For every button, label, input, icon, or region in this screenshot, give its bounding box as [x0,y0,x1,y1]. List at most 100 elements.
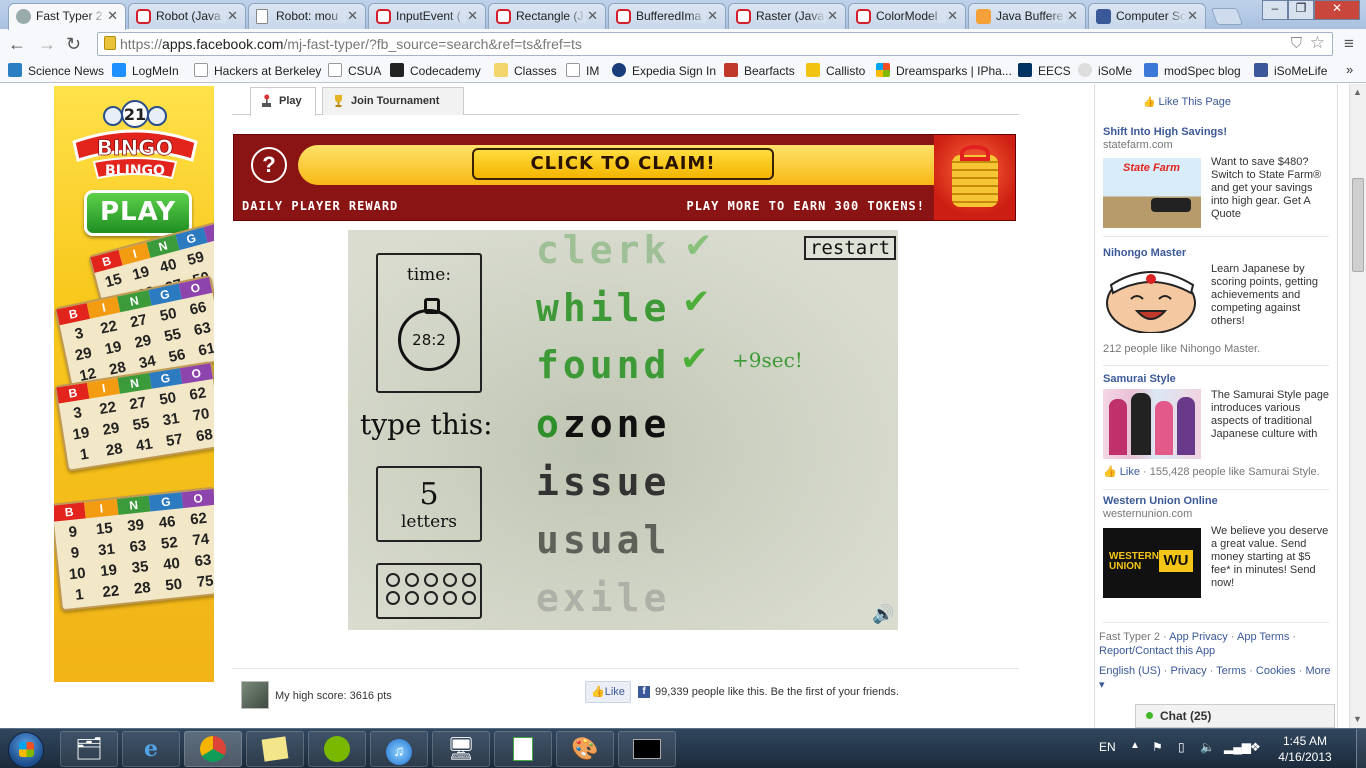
close-tab-icon[interactable]: ✕ [107,8,118,24]
bookmark-hackers-at-berkeley[interactable]: Hackers at Berkeley [194,63,321,78]
like-this-page-link[interactable]: Like This Page [1143,96,1231,108]
browser-tab-inputevent[interactable]: InputEvent ( ✕ [368,3,486,29]
battery-icon[interactable]: ▯ [1178,740,1185,754]
fast-typer-game[interactable]: time: 28:2 type this: 5 letters clerk ✔ … [348,230,898,630]
itunes-icon[interactable]: ♫ [370,731,428,767]
browser-tab-computer-science[interactable]: Computer Sc ✕ [1088,3,1206,29]
browser-tab-raster[interactable]: Raster (Java ✕ [728,3,846,29]
paint-icon[interactable]: 🎨 [556,731,614,767]
bookmark-expedia[interactable]: Expedia Sign In [612,63,716,78]
browser-tab-robot[interactable]: Robot (Java ✕ [128,3,246,29]
scroll-down-icon[interactable]: ▼ [1353,714,1362,724]
bookmark-science-news[interactable]: Science News [8,63,104,78]
ad-title[interactable]: Samurai Style [1103,373,1335,385]
bookmark-eecs[interactable]: EECS [1018,63,1071,78]
statefarm-ad-image[interactable]: State Farm [1103,158,1201,228]
bookmark-modspec-blog[interactable]: modSpec blog [1144,63,1241,78]
sound-icon[interactable]: 🔊 [872,604,894,625]
ad-title[interactable]: Nihongo Master [1103,247,1335,259]
bookmark-isomelife[interactable]: iSoMeLife [1254,63,1327,78]
close-tab-icon[interactable]: ✕ [1067,8,1078,24]
bookmark-isome[interactable]: iSoMe [1078,63,1132,78]
bookmark-logmein[interactable]: LogMeIn [112,63,179,78]
show-desktop-button[interactable] [1356,729,1366,768]
close-tab-icon[interactable]: ✕ [587,8,598,24]
taskbar-clock[interactable]: 1:45 AM 4/16/2013 [1274,733,1336,765]
daily-reward-banner[interactable]: ? CLICK TO CLAIM! DAILY PLAYER REWARD PL… [233,134,1016,221]
tab-play[interactable]: Play [250,87,316,116]
bookmark-csua[interactable]: CSUA [328,63,381,78]
ad-nihongo-master[interactable]: Nihongo Master Learn Japanese by scoring… [1103,247,1335,359]
close-tab-icon[interactable]: ✕ [1187,8,1198,24]
close-tab-icon[interactable]: ✕ [347,8,358,24]
close-tab-icon[interactable]: ✕ [227,8,238,24]
scrollbar-thumb[interactable] [1352,178,1364,272]
browser-tab-colormodel[interactable]: ColorModel ✕ [848,3,966,29]
text-editor-icon[interactable] [494,731,552,767]
bookmark-callisto[interactable]: Callisto [806,63,865,78]
cmd-icon[interactable] [618,731,676,767]
spotify-icon[interactable] [308,731,366,767]
maximize-button[interactable]: ❐ [1288,0,1314,20]
ad-title[interactable]: Western Union Online [1103,495,1335,507]
close-tab-icon[interactable]: ✕ [947,8,958,24]
explorer-icon[interactable]: 🗂 [60,731,118,767]
forward-arrow-icon[interactable]: → [38,34,56,55]
remote-desktop-icon[interactable]: 🖥 [432,731,490,767]
terms-link[interactable]: Terms [1216,665,1246,677]
language-link[interactable]: English (US) [1099,665,1161,677]
back-arrow-icon[interactable]: ← [8,34,26,55]
start-button[interactable] [8,732,44,768]
bookmark-star-icon[interactable]: ☆ [1310,33,1325,53]
network-icon[interactable]: ▂▄▆ [1224,740,1251,754]
bookmark-dreamsparks[interactable]: Dreamsparks | IPha... [876,63,1012,78]
tab-join-tournament[interactable]: Join Tournament [322,87,464,115]
ad-western-union[interactable]: Western Union Online westernunion.com WE… [1103,495,1335,605]
scroll-up-icon[interactable]: ▲ [1353,87,1362,97]
like-button[interactable]: 👍Like [585,681,631,703]
browser-tab-rectangle[interactable]: Rectangle (J ✕ [488,3,606,29]
bookmark-codecademy[interactable]: Codecademy [390,63,481,78]
app-privacy-link[interactable]: App Privacy [1169,631,1228,643]
ad-like-link[interactable]: 👍 Like [1103,466,1140,478]
bookmark-classes[interactable]: Classes [494,63,557,78]
bingo-blingo-ad[interactable]: 21 BINGO BLINGO PLAY B I N G O 151940596… [54,86,214,682]
browser-tab-fast-typer[interactable]: Fast Typer 2 ✕ [8,3,126,30]
samurai-style-image[interactable] [1103,389,1201,459]
close-window-button[interactable]: ✕ [1314,0,1360,20]
restart-button[interactable]: restart [804,236,896,260]
western-union-logo[interactable]: WESTERN UNION WU [1103,528,1201,598]
close-tab-icon[interactable]: ✕ [707,8,718,24]
ad-statefarm[interactable]: Shift Into High Savings! statefarm.com S… [1103,126,1335,236]
report-app-link[interactable]: Report/Contact this App [1099,645,1215,657]
nihongo-mascot-image[interactable] [1103,263,1201,334]
volume-icon[interactable]: 🔈 [1200,740,1215,754]
bookmark-bearfacts[interactable]: Bearfacts [724,63,795,78]
help-icon[interactable]: ? [251,147,287,183]
privacy-link[interactable]: Privacy [1171,665,1207,677]
internet-explorer-icon[interactable]: e [122,731,180,767]
new-tab-button[interactable] [1210,8,1244,25]
language-indicator[interactable]: EN [1099,740,1116,754]
ad-title[interactable]: Shift Into High Savings! [1103,126,1335,138]
browser-tab-robot-mouse[interactable]: Robot: mou ✕ [248,3,366,29]
browser-tab-bufferedimage[interactable]: BufferedIma ✕ [608,3,726,29]
page-scrollbar[interactable]: ▲ ▼ [1349,84,1366,728]
minimize-button[interactable]: – [1262,0,1288,20]
tray-expand-icon[interactable]: ▲ [1130,740,1140,751]
chrome-icon[interactable] [184,731,242,767]
flag-icon[interactable]: ⚑ [1152,740,1163,754]
click-to-claim-button[interactable]: CLICK TO CLAIM! [472,148,774,180]
close-tab-icon[interactable]: ✕ [467,8,478,24]
ad-samurai-style[interactable]: Samurai Style The Samurai Style page int… [1103,373,1335,483]
bookmark-im[interactable]: IM [566,63,599,78]
shield-icon[interactable]: ⛉ [1291,35,1302,52]
cookies-link[interactable]: Cookies [1256,665,1296,677]
bookmarks-overflow-button[interactable]: » [1346,62,1353,77]
avatar[interactable] [241,681,269,709]
sticky-notes-icon[interactable] [246,731,304,767]
address-bar[interactable]: https://apps.facebook.com/mj-fast-typer/… [97,32,1333,56]
close-tab-icon[interactable]: ✕ [827,8,838,24]
menu-icon[interactable]: ≡ [1344,34,1354,54]
app-terms-link[interactable]: App Terms [1237,631,1289,643]
